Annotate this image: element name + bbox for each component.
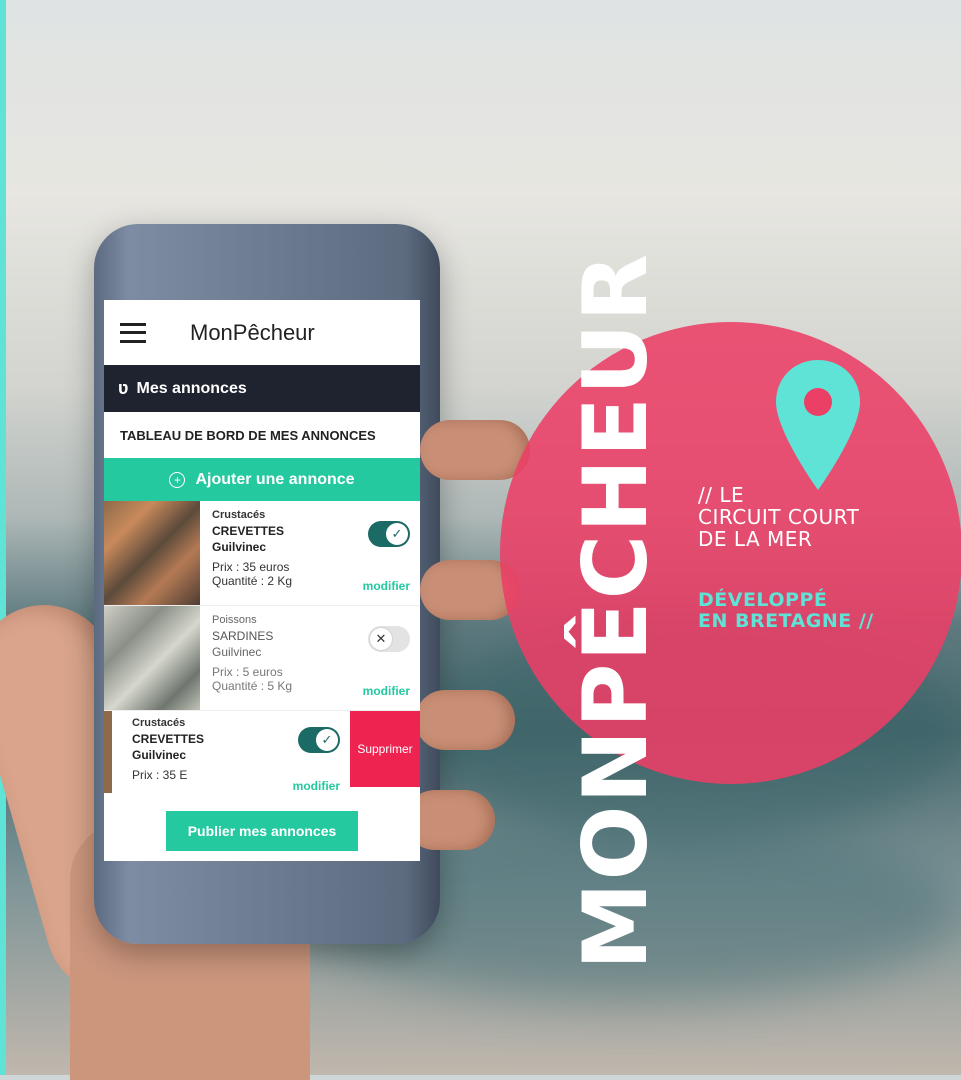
check-icon: ✓ [316,729,338,751]
tagline-line: CIRCUIT COURT [698,505,860,529]
tagline-secondary: DÉVELOPPÉ EN BRETAGNE // [698,590,874,632]
phone-screen: MonPêcheur ʋ Mes annonces TABLEAU DE BOR… [104,300,420,861]
listing-location: Guilvinec [212,540,267,554]
publish-button[interactable]: Publier mes annonces [166,811,358,851]
listing-active-toggle[interactable]: ✕ [368,626,410,652]
sardine-photo [104,606,200,710]
location-pin-icon [776,360,860,490]
modify-link[interactable]: modifier [363,684,410,698]
tagline-primary: // LE CIRCUIT COURT DE LA MER [698,484,859,550]
listing-location: Guilvinec [132,748,187,762]
finger [420,420,530,480]
listing-quantity: Quantité : 5 Kg [212,679,293,693]
listing-info: Crustacés CREVETTES Guilvinec Prix : 35 … [212,509,292,588]
listing-category: Crustacés [212,509,266,521]
tagline-line: EN BRETAGNE // [698,610,874,632]
listing-item: Crustacés CREVETTES Guilvinec Prix : 35 … [104,501,420,606]
app-title: MonPêcheur [190,319,315,345]
accent-border [0,0,6,1075]
listing-item-swiped: Crustacés CREVETTES Guilvinec Prix : 35 … [104,711,420,793]
section-label: Mes annonces [136,379,247,397]
delete-button[interactable]: Supprimer [350,711,420,787]
shrimp-photo [104,711,112,793]
listing-category: Poissons [212,614,257,626]
brand-vertical-title: MONPÊCHEUR [564,251,667,970]
add-listing-label: Ajouter une annonce [195,470,355,488]
app-header: MonPêcheur [104,300,420,365]
listing-item: Poissons SARDINES Guilvinec Prix : 5 eur… [104,606,420,711]
listing-name: SARDINES [212,629,274,643]
listing-price: Prix : 35 euros [212,560,290,574]
fish-hook-icon: ʋ [118,378,129,398]
hamburger-icon[interactable] [120,322,146,343]
tagline-line: // LE [698,483,745,507]
listing-swiped-content[interactable]: Crustacés CREVETTES Guilvinec Prix : 35 … [104,711,350,793]
listing-category: Crustacés [132,717,186,729]
check-icon: ✓ [386,523,408,545]
listing-active-toggle[interactable]: ✓ [368,521,410,547]
add-listing-button[interactable]: + Ajouter une annonce [104,458,420,501]
finger [415,690,515,750]
x-icon: ✕ [370,628,392,650]
listing-info: Poissons SARDINES Guilvinec Prix : 5 eur… [212,614,292,693]
modify-link[interactable]: modifier [363,579,410,593]
listing-name: CREVETTES [132,732,205,746]
listing-name: CREVETTES [212,524,285,538]
modify-link[interactable]: modifier [293,779,340,793]
dashboard-title: TABLEAU DE BORD DE MES ANNONCES [120,427,376,443]
tagline-line: DÉVELOPPÉ [698,589,828,611]
plus-circle-icon: + [169,471,186,488]
listing-quantity: Quantité : 2 Kg [212,574,293,588]
publish-area: Publier mes annonces [104,793,420,861]
tagline-line: DE LA MER [698,527,813,551]
listing-price: Prix : 35 E [132,768,188,782]
listing-info: Crustacés CREVETTES Guilvinec Prix : 35 … [132,717,204,782]
listing-active-toggle[interactable]: ✓ [298,727,340,753]
section-header: ʋ Mes annonces [104,365,420,412]
listing-location: Guilvinec [212,645,262,659]
shrimp-photo [104,501,200,605]
listing-price: Prix : 5 euros [212,665,283,679]
